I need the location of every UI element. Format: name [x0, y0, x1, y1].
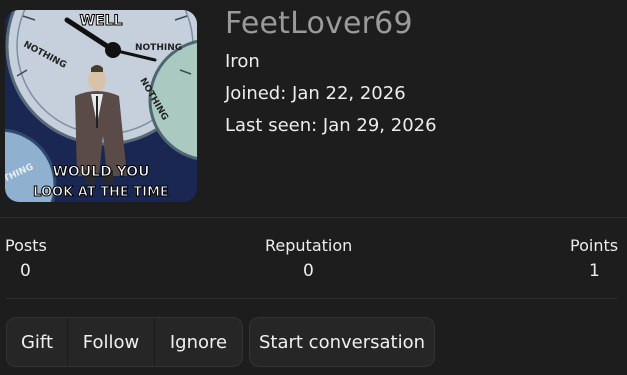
meme-avatar-icon: NOTHING NOTHING NOTHING THING WELL WOULD… [5, 10, 197, 202]
avatar[interactable]: NOTHING NOTHING NOTHING THING WELL WOULD… [5, 10, 197, 202]
stat-points: Points 1 [570, 236, 618, 281]
follow-button[interactable]: Follow [68, 318, 155, 366]
divider [0, 217, 627, 218]
stat-reputation: Reputation 0 [265, 236, 352, 281]
avatar-caption-top: WELL [80, 13, 123, 29]
user-rank: Iron [225, 51, 260, 72]
svg-text:NOTHING: NOTHING [135, 43, 182, 53]
divider [5, 298, 617, 299]
username: FeetLover69 [225, 6, 413, 41]
gift-button[interactable]: Gift [7, 318, 68, 366]
joined-date: Joined: Jan 22, 2026 [225, 83, 406, 104]
stat-reputation-value[interactable]: 0 [265, 261, 352, 281]
stat-reputation-label: Reputation [265, 236, 353, 255]
stat-posts-value[interactable]: 0 [5, 261, 47, 281]
start-conversation-button[interactable]: Start conversation [249, 317, 435, 367]
last-seen-date: Last seen: Jan 29, 2026 [225, 115, 437, 136]
ignore-button[interactable]: Ignore [155, 318, 242, 366]
stat-points-label: Points [570, 236, 619, 255]
action-button-group: Gift Follow Ignore [6, 317, 243, 367]
stat-points-value[interactable]: 1 [570, 261, 618, 281]
stat-posts-label: Posts [5, 236, 47, 255]
avatar-caption-bottom-2: LOOK AT THE TIME [33, 185, 169, 200]
stat-posts: Posts 0 [5, 236, 47, 281]
avatar-caption-bottom-1: WOULD YOU [52, 164, 149, 180]
